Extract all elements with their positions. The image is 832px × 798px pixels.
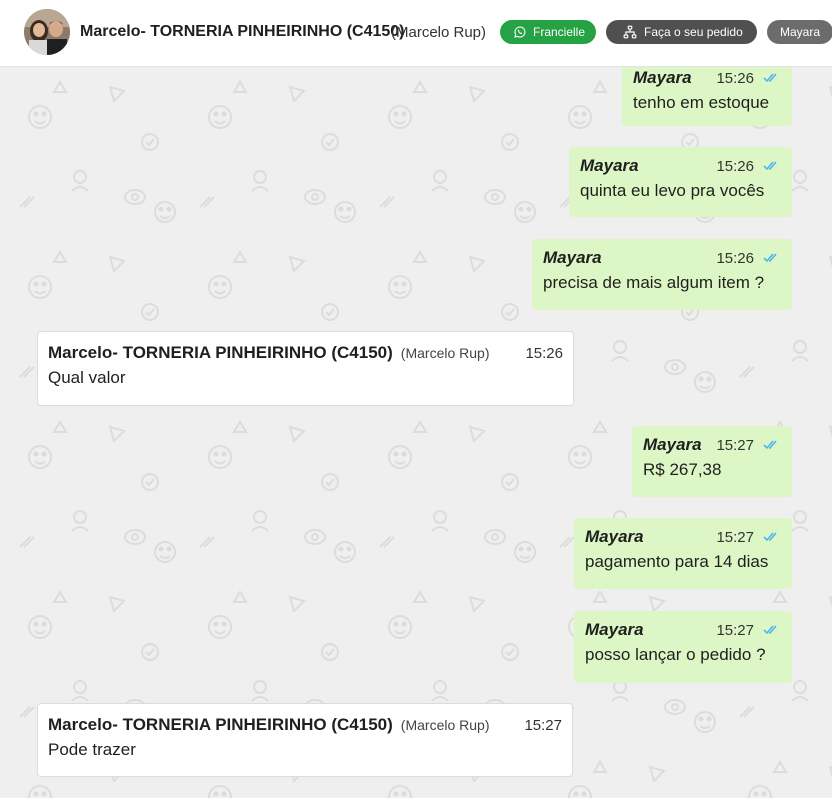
message-time: 15:27 <box>524 716 562 734</box>
whatsapp-agent-button[interactable]: Francielle <box>500 20 596 44</box>
message-bubble-outgoing[interactable]: Mayara 15:27 posso lançar o pedido ? <box>574 611 792 683</box>
message-sender: Mayara <box>543 248 602 267</box>
message-sender: Mayara <box>585 527 644 546</box>
agent-badge-button[interactable]: Mayara <box>767 20 832 44</box>
message-time: 15:26 <box>525 344 563 362</box>
message-text: Pode trazer <box>48 740 136 759</box>
message-time: 15:26 <box>716 249 754 267</box>
message-text: precisa de mais algum item ? <box>543 273 765 292</box>
read-receipt-icon <box>763 253 781 263</box>
message-sender: Mayara <box>633 68 692 87</box>
message-sender-sub: (Marcelo Rup) <box>400 345 490 361</box>
message-time: 15:26 <box>716 69 754 87</box>
read-receipt-icon <box>763 440 781 450</box>
message-bubble-outgoing[interactable]: Mayara 15:26 precisa de mais algum item … <box>532 239 792 310</box>
chat-header: Marcelo- TORNERIA PINHEIRINHO (C4150) (M… <box>0 0 832 67</box>
message-text: Qual valor <box>48 368 126 387</box>
message-time: 15:26 <box>716 157 754 175</box>
message-text: quinta eu levo pra vocês <box>580 181 765 200</box>
message-bubble-outgoing[interactable]: Mayara 15:26 tenho em estoque <box>622 59 792 126</box>
message-sender: Mayara <box>580 156 639 175</box>
place-order-label: Faça o seu pedido <box>644 25 743 39</box>
place-order-button[interactable]: Faça o seu pedido <box>606 20 757 44</box>
message-text: posso lançar o pedido ? <box>585 645 766 664</box>
whatsapp-icon <box>514 26 526 38</box>
contact-subtitle: (Marcelo Rup) <box>391 24 487 41</box>
message-text: R$ 267,38 <box>643 460 722 479</box>
message-sender: Marcelo- TORNERIA PINHEIRINHO (C4150) <box>48 715 393 734</box>
message-text: pagamento para 14 dias <box>585 552 769 571</box>
message-time: 15:27 <box>716 528 754 546</box>
message-bubble-outgoing[interactable]: Mayara 15:27 R$ 267,38 <box>632 426 792 497</box>
message-bubble-incoming[interactable]: Marcelo- TORNERIA PINHEIRINHO (C4150) (M… <box>37 703 573 777</box>
read-receipt-icon <box>763 532 781 542</box>
whatsapp-agent-label: Francielle <box>533 25 586 39</box>
message-sender: Marcelo- TORNERIA PINHEIRINHO (C4150) <box>48 343 393 362</box>
message-sender: Mayara <box>643 435 702 454</box>
message-text: tenho em estoque <box>633 93 770 112</box>
message-sender: Mayara <box>585 620 644 639</box>
agent-badge-label: Mayara <box>780 25 821 39</box>
read-receipt-icon <box>763 625 781 635</box>
message-time: 15:27 <box>716 436 754 454</box>
message-sender-sub: (Marcelo Rup) <box>400 717 490 733</box>
read-receipt-icon <box>763 161 781 171</box>
contact-avatar[interactable] <box>24 9 70 55</box>
message-bubble-outgoing[interactable]: Mayara 15:26 quinta eu levo pra vocês <box>569 147 792 217</box>
read-receipt-icon <box>763 73 781 83</box>
sitemap-icon <box>623 25 637 39</box>
message-bubble-incoming[interactable]: Marcelo- TORNERIA PINHEIRINHO (C4150) (M… <box>37 331 574 406</box>
contact-name: Marcelo- TORNERIA PINHEIRINHO (C4150) <box>80 23 405 40</box>
message-bubble-outgoing[interactable]: Mayara 15:27 pagamento para 14 dias <box>574 518 792 589</box>
message-time: 15:27 <box>716 621 754 639</box>
